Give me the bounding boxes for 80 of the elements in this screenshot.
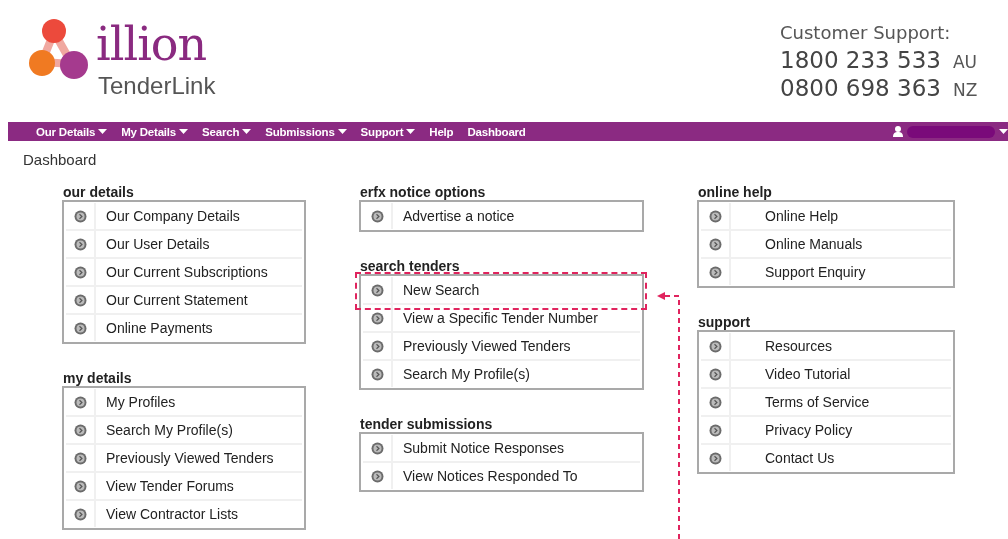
menu-link[interactable]: New Search [393,277,480,303]
user-icon[interactable] [893,126,903,137]
phone-number: 1800 233 533 [780,46,941,74]
section-title: online help [698,184,773,200]
section-title: search tenders [360,258,461,274]
menu-link[interactable]: View a Specific Tender Number [393,305,598,331]
region-code: AU [952,52,978,72]
nav-menu-item[interactable]: Submissions [265,125,347,138]
menu-link[interactable]: Video Tutorial [731,361,851,387]
section-title: erfx notice options [360,184,487,200]
section-title: support [698,314,752,330]
arrow-circle-icon [73,451,87,465]
menu-link[interactable]: Terms of Service [731,389,870,415]
menu-link[interactable]: Advertise a notice [393,203,515,229]
menu-link[interactable]: Our Current Statement [96,287,248,313]
arrow-circle-icon [370,367,384,381]
arrow-circle-icon [370,283,384,297]
logo-icon [28,16,90,82]
menu-link[interactable]: Contact Us [731,445,835,471]
menu-link[interactable]: My Profiles [96,389,176,415]
brand-name: illion [96,16,207,72]
nav-menu-item[interactable]: Support [360,125,416,138]
arrow-circle-icon [370,311,384,325]
nav-menu-item[interactable]: Our Details [36,125,108,138]
arrow-circle-icon [370,441,384,455]
arrow-circle-icon [73,479,87,493]
menu-link[interactable]: Resources [731,333,832,359]
menu-link[interactable]: Submit Notice Responses [393,435,565,461]
region-code: NZ [952,80,978,100]
arrow-circle-icon [73,265,87,279]
arrow-circle-icon [73,507,87,521]
menu-link[interactable]: Search My Profile(s) [393,361,530,387]
menu-link[interactable]: Online Help [731,203,839,229]
arrow-circle-icon [73,237,87,251]
menu-link[interactable]: View Tender Forums [96,473,234,499]
arrow-circle-icon [370,469,384,483]
support-label: Customer Support: [780,21,951,45]
menu-link[interactable]: Previously Viewed Tenders [393,333,571,359]
arrow-circle-icon [370,209,384,223]
arrow-circle-icon [708,395,722,409]
arrow-circle-icon [73,321,87,335]
arrow-circle-icon [73,293,87,307]
arrow-circle-icon [73,423,87,437]
nav-menu-item[interactable]: Search [202,125,252,138]
phone-number: 0800 698 363 [780,74,941,102]
arrow-circle-icon [708,423,722,437]
arrow-circle-icon [708,265,722,279]
menu-link[interactable]: View Notices Responded To [393,463,578,489]
section-title: my details [63,370,133,386]
section-title: tender submissions [360,416,494,432]
menu-link[interactable]: Privacy Policy [731,417,853,443]
arrow-circle-icon [708,237,722,251]
section-title: our details [63,184,135,200]
nav-menu-item[interactable]: My Details [121,125,189,138]
menu-link[interactable]: Our Company Details [96,203,240,229]
menu-link[interactable]: Our User Details [96,231,210,257]
menu-link[interactable]: Search My Profile(s) [96,417,233,443]
arrow-circle-icon [708,451,722,465]
menu-link[interactable]: Our Current Subscriptions [96,259,268,285]
caret-icon [406,129,416,134]
page-title: Dashboard [23,151,98,168]
nav-menu-item[interactable]: Help [429,125,454,138]
caret-icon [242,129,252,134]
caret-icon [999,129,1008,134]
menu-link[interactable]: Online Payments [96,315,213,341]
arrow-circle-icon [370,339,384,353]
arrow-circle-icon [708,339,722,353]
arrow-circle-icon [708,209,722,223]
nav-menu-item[interactable]: Dashboard [467,125,526,138]
menu-link[interactable]: View Contractor Lists [96,501,238,527]
menu-link[interactable]: Online Manuals [731,231,863,257]
menu-link[interactable]: Support Enquiry [731,259,866,285]
arrow-circle-icon [708,367,722,381]
product-name: TenderLink [98,72,216,100]
caret-icon [98,129,108,134]
caret-icon [337,129,347,134]
arrow-circle-icon [73,209,87,223]
arrow-circle-icon [73,395,87,409]
caret-icon [179,129,189,134]
menu-link[interactable]: Previously Viewed Tenders [96,445,274,471]
